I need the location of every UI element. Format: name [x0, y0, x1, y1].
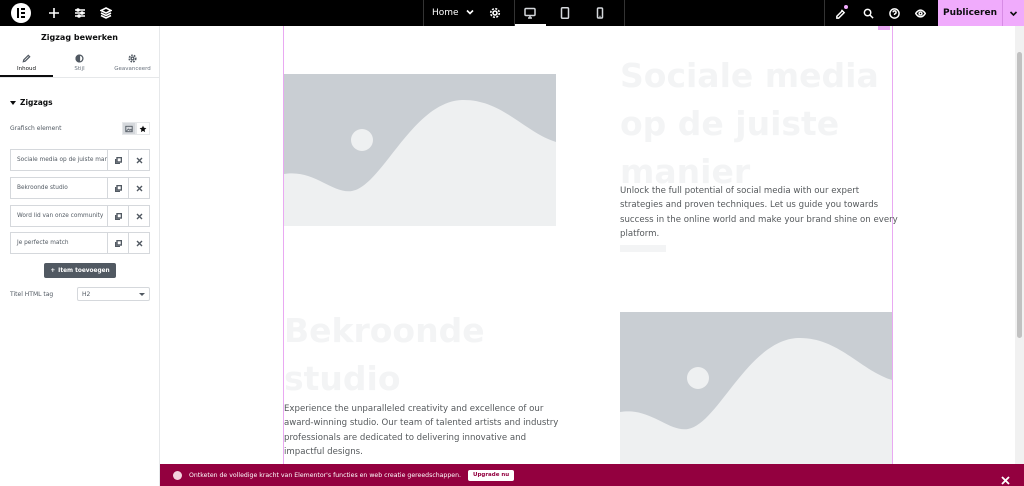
- tab-label: Stijl: [74, 66, 85, 72]
- scrollbar-thumb[interactable]: [1017, 52, 1022, 338]
- publish-button[interactable]: Publiceren: [938, 0, 1002, 26]
- placeholder-image: [284, 74, 556, 226]
- remove-icon[interactable]: [128, 150, 149, 170]
- gear-icon: [128, 54, 137, 63]
- repeater-item[interactable]: Bekroonde studio: [10, 177, 150, 199]
- add-item-label: Item toevoegen: [58, 267, 110, 274]
- repeater-item[interactable]: Sociale media op de juiste manier: [10, 149, 150, 171]
- layers-icon[interactable]: [93, 0, 119, 26]
- caret-down-icon: [10, 100, 16, 105]
- tab-content[interactable]: Inhoud: [0, 49, 53, 77]
- star-icon[interactable]: [136, 122, 150, 135]
- search-icon[interactable]: [855, 0, 881, 26]
- remove-icon[interactable]: [128, 206, 149, 226]
- preview-canvas[interactable]: Sociale media op de juiste manier Unlock…: [160, 26, 1024, 464]
- divider: [623, 0, 625, 26]
- repeater-item-label: Sociale media op de juiste manier: [17, 157, 107, 163]
- section-zigzags-toggle[interactable]: Zigzags: [10, 98, 53, 107]
- remove-icon[interactable]: [128, 178, 149, 198]
- panel-tabs: Inhoud Stijl Geavanceerd: [0, 49, 159, 78]
- add-item-button[interactable]: + Item toevoegen: [44, 263, 116, 278]
- add-icon[interactable]: [41, 0, 67, 26]
- description-line: impactful designs.: [284, 447, 363, 458]
- title-line: Bekroonde: [284, 311, 485, 350]
- repeater-item-label: Bekroonde studio: [17, 185, 68, 191]
- pencil-icon: [22, 54, 31, 63]
- description-line: professionals are dedicated to deliverin…: [284, 432, 527, 443]
- duplicate-icon[interactable]: [107, 206, 128, 226]
- zigzag-button-placeholder[interactable]: [620, 245, 666, 252]
- widget-handle[interactable]: [878, 26, 890, 30]
- repeater-item[interactable]: Je perfecte match: [10, 232, 150, 254]
- title-line: Sociale media: [620, 56, 879, 95]
- elementor-logo-icon[interactable]: [11, 3, 31, 23]
- zigzag-title: Bekroonde studio: [284, 307, 485, 403]
- title-html-tag-control: Titel HTML tag H2: [10, 287, 150, 301]
- description-line: platform.: [620, 229, 660, 240]
- select-value: H2: [82, 290, 91, 298]
- chevron-down-icon: [139, 292, 145, 296]
- description-line: Experience the unparalleled creativity a…: [284, 404, 544, 414]
- tab-advanced[interactable]: Geavanceerd: [106, 49, 159, 77]
- title-line: studio: [284, 359, 401, 398]
- preview-eye-icon[interactable]: [907, 0, 933, 26]
- half-circle-icon: [75, 54, 84, 63]
- plus-icon: +: [50, 267, 56, 274]
- editor-panel: Zigzag bewerken Inhoud Stijl Geavanceerd…: [0, 26, 160, 486]
- whats-new-icon[interactable]: [825, 0, 855, 26]
- tab-label: Inhoud: [17, 66, 36, 72]
- page-settings-gear-icon[interactable]: [482, 0, 508, 26]
- top-bar: Home Publiceren: [0, 0, 1024, 26]
- repeater-item-label: Je perfecte match: [17, 240, 69, 246]
- publish-options-chevron-icon[interactable]: [1002, 0, 1024, 26]
- graphic-element-choices: [122, 122, 150, 135]
- duplicate-icon[interactable]: [107, 150, 128, 170]
- placeholder-image: [620, 312, 892, 464]
- page-name: Home: [432, 8, 459, 18]
- chevron-down-icon: [466, 8, 474, 19]
- help-icon[interactable]: [881, 0, 907, 26]
- zigzag-title: Sociale media op de juiste manier: [620, 52, 879, 196]
- tab-label: Geavanceerd: [114, 66, 151, 72]
- duplicate-icon[interactable]: [107, 178, 128, 198]
- title-html-tag-label: Titel HTML tag: [10, 290, 54, 298]
- repeater-item[interactable]: Word lid van onze community: [10, 205, 150, 227]
- page-selector[interactable]: Home: [424, 0, 482, 26]
- tablet-icon[interactable]: [550, 0, 581, 26]
- duplicate-icon[interactable]: [107, 233, 128, 253]
- description-line: award-winning studio. Our team of talent…: [284, 418, 559, 429]
- elementor-badge-icon: [173, 470, 182, 480]
- mobile-icon[interactable]: [585, 0, 616, 26]
- upgrade-button[interactable]: Upgrade nu: [468, 469, 515, 481]
- upgrade-banner: Ontketen de volledige kracht van Element…: [160, 464, 1024, 486]
- publish-group: Publiceren: [938, 0, 1024, 26]
- remove-icon[interactable]: [128, 233, 149, 253]
- tab-style[interactable]: Stijl: [53, 49, 106, 77]
- title-html-tag-select[interactable]: H2: [77, 287, 150, 301]
- section-title: Zigzags: [20, 98, 53, 107]
- settings-sliders-icon[interactable]: [67, 0, 93, 26]
- zigzag-description: Unlock the full potential of social medi…: [620, 184, 898, 242]
- description-line: strategies and proven techniques. Let us…: [620, 200, 879, 211]
- image-choice-icon[interactable]: [122, 122, 136, 135]
- desktop-icon[interactable]: [515, 0, 546, 26]
- banner-text: Ontketen de volledige kracht van Element…: [189, 471, 461, 479]
- description-line: Unlock the full potential of social medi…: [620, 186, 860, 196]
- panel-title: Zigzag bewerken: [41, 33, 118, 42]
- close-icon[interactable]: [1001, 470, 1010, 485]
- graphic-element-control: Grafisch element: [10, 122, 150, 135]
- graphic-element-label: Grafisch element: [10, 125, 62, 132]
- zigzag-description: Experience the unparalleled creativity a…: [284, 402, 558, 460]
- description-line: success in the online world and make you…: [620, 214, 898, 225]
- repeater-item-label: Word lid van onze community: [17, 213, 104, 219]
- title-line: op de juiste: [620, 104, 840, 143]
- canvas-scrollbar[interactable]: [1015, 26, 1024, 464]
